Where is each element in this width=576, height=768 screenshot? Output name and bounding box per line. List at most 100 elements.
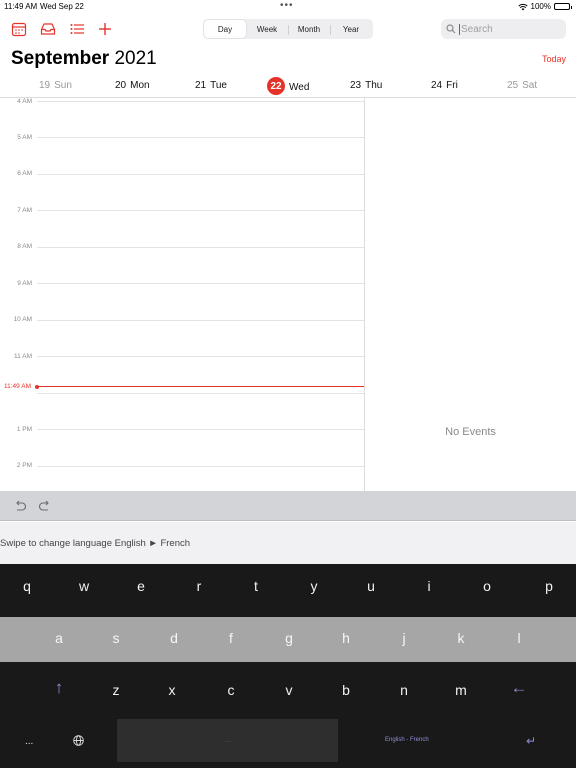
month-name: September bbox=[11, 48, 110, 69]
language-swipe-hint: Swipe to change language English ► Frenc… bbox=[0, 538, 191, 549]
search-icon bbox=[446, 24, 456, 34]
key-q[interactable]: q bbox=[17, 578, 37, 594]
day-wed-selected[interactable]: 22 Wed bbox=[267, 77, 310, 95]
day-name: Wed bbox=[289, 82, 310, 93]
return-key[interactable]: ↵ bbox=[526, 734, 536, 748]
search-input[interactable] bbox=[461, 23, 556, 35]
hour-label: 1 PM bbox=[16, 426, 32, 433]
hour-line bbox=[37, 356, 364, 357]
hour-line bbox=[37, 247, 364, 248]
keyboard-row-3: ↑ z x c v b n m ← bbox=[0, 662, 576, 716]
key-c[interactable]: c bbox=[221, 682, 241, 698]
key-f[interactable]: f bbox=[221, 630, 241, 646]
key-p[interactable]: p bbox=[539, 578, 559, 594]
hour-label: 2 PM bbox=[16, 462, 32, 469]
day-number: 21 bbox=[195, 80, 207, 91]
key-j[interactable]: j bbox=[394, 630, 414, 646]
selected-day-number: 22 bbox=[267, 77, 285, 95]
shift-key[interactable]: ↑ bbox=[49, 678, 69, 698]
key-t[interactable]: t bbox=[246, 578, 266, 594]
day-number: 19 bbox=[39, 80, 51, 91]
text-cursor bbox=[459, 23, 460, 35]
hour-line bbox=[37, 393, 364, 394]
day-mon[interactable]: 20 Mon bbox=[115, 80, 150, 91]
key-u[interactable]: u bbox=[361, 578, 381, 594]
key-w[interactable]: w bbox=[74, 578, 94, 594]
hour-label: 11 AM bbox=[14, 353, 32, 360]
key-e[interactable]: e bbox=[131, 578, 151, 594]
view-segmented-control: Day Week Month Year bbox=[203, 19, 373, 39]
hour-line bbox=[37, 429, 364, 430]
hour-line bbox=[37, 137, 364, 138]
key-v[interactable]: v bbox=[279, 682, 299, 698]
day-name: Mon bbox=[130, 80, 150, 91]
key-h[interactable]: h bbox=[336, 630, 356, 646]
keyboard-shortcut-bar bbox=[0, 491, 576, 521]
hour-label: 10 AM bbox=[13, 316, 32, 323]
battery-percent: 100% bbox=[530, 2, 551, 11]
key-o[interactable]: o bbox=[477, 578, 497, 594]
hour-label: 9 AM bbox=[17, 280, 32, 287]
today-button[interactable]: Today bbox=[542, 54, 566, 64]
key-m[interactable]: m bbox=[451, 682, 471, 698]
day-tue[interactable]: 21 Tue bbox=[195, 80, 227, 91]
key-b[interactable]: b bbox=[336, 682, 356, 698]
undo-icon[interactable] bbox=[13, 499, 27, 513]
year-label: 2021 bbox=[114, 48, 157, 69]
key-d[interactable]: d bbox=[164, 630, 184, 646]
day-thu[interactable]: 23 Thu bbox=[350, 80, 382, 91]
plus-icon[interactable] bbox=[97, 21, 113, 37]
day-number: 24 bbox=[431, 80, 443, 91]
list-icon[interactable] bbox=[69, 21, 85, 37]
multitasking-dots-icon[interactable]: ••• bbox=[280, 0, 294, 11]
tab-month[interactable]: Month bbox=[288, 20, 330, 38]
hour-label: 6 AM bbox=[17, 170, 32, 177]
space-key-label: ... bbox=[224, 735, 231, 744]
wifi-icon bbox=[517, 3, 528, 10]
day-fri[interactable]: 24 Fri bbox=[431, 80, 458, 91]
language-label[interactable]: English - French bbox=[385, 737, 429, 743]
tab-day[interactable]: Day bbox=[204, 20, 246, 38]
keyboard-row-1: q w e r t y u i o p bbox=[0, 564, 576, 617]
no-events-text: No Events bbox=[445, 426, 496, 438]
key-l[interactable]: l bbox=[509, 630, 529, 646]
day-name: Tue bbox=[210, 80, 227, 91]
week-strip: 19 Sun 20 Mon 21 Tue 22 Wed 23 Thu 24 Fri 25 Sa… bbox=[0, 77, 576, 97]
symbols-mode-key[interactable]: ... bbox=[25, 736, 33, 747]
tab-year[interactable]: Year bbox=[330, 20, 372, 38]
backspace-key[interactable]: ← bbox=[507, 678, 531, 698]
key-y[interactable]: y bbox=[304, 578, 324, 594]
keyboard-hint-bar: Swipe to change language English ► Frenc… bbox=[0, 522, 576, 564]
calendar-icon[interactable] bbox=[11, 21, 27, 37]
day-sun[interactable]: 19 Sun bbox=[39, 80, 72, 91]
day-timeline[interactable]: 4 AM 5 AM 6 AM 7 AM 8 AM 9 AM 10 AM 11 A… bbox=[0, 98, 364, 491]
hour-line bbox=[37, 174, 364, 175]
key-r[interactable]: r bbox=[189, 578, 209, 594]
key-z[interactable]: z bbox=[106, 682, 126, 698]
redo-icon[interactable] bbox=[38, 499, 52, 513]
current-time-line bbox=[37, 386, 364, 387]
key-x[interactable]: x bbox=[162, 682, 182, 698]
day-name: Sat bbox=[522, 80, 538, 91]
space-key[interactable]: ... bbox=[117, 719, 338, 762]
key-s[interactable]: s bbox=[106, 630, 126, 646]
day-sat[interactable]: 25 Sat bbox=[507, 80, 537, 91]
day-name: Thu bbox=[365, 80, 383, 91]
key-n[interactable]: n bbox=[394, 682, 414, 698]
current-time-label: 11:49 AM bbox=[4, 383, 31, 390]
hour-line bbox=[37, 210, 364, 211]
day-name: Fri bbox=[446, 80, 458, 91]
day-number: 25 bbox=[507, 80, 519, 91]
tab-week[interactable]: Week bbox=[246, 20, 288, 38]
key-g[interactable]: g bbox=[279, 630, 299, 646]
globe-icon[interactable] bbox=[73, 735, 84, 746]
hour-line bbox=[37, 101, 364, 102]
key-a[interactable]: a bbox=[49, 630, 69, 646]
key-i[interactable]: i bbox=[419, 578, 439, 594]
search-field[interactable] bbox=[441, 19, 566, 39]
status-time: 11:49 AM bbox=[4, 2, 38, 11]
keyboard-row-2: a s d f g h j k l bbox=[0, 617, 576, 662]
hour-label: 7 AM bbox=[17, 207, 32, 214]
key-k[interactable]: k bbox=[451, 630, 471, 646]
inbox-icon[interactable] bbox=[40, 21, 56, 37]
